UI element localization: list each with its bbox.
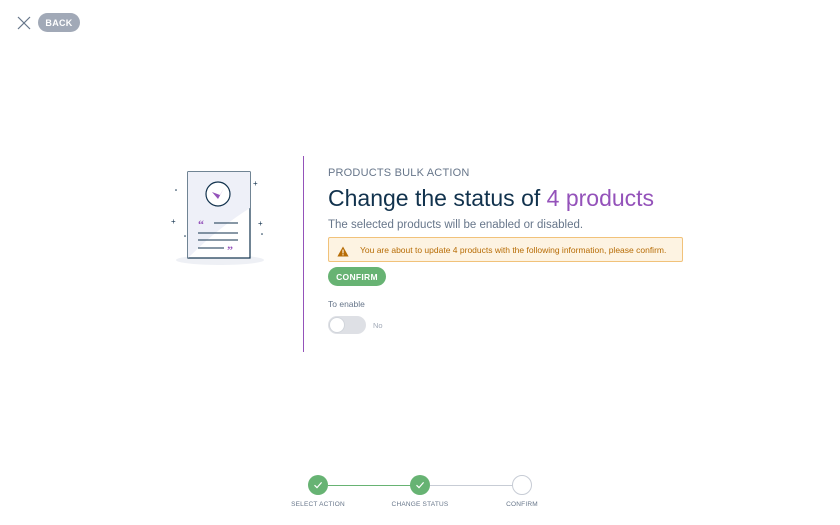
step-change-status: CHANGE STATUS (370, 475, 470, 508)
back-button[interactable]: BACK (38, 13, 80, 32)
vertical-divider (303, 156, 304, 352)
warning-text: You are about to update 4 products with … (360, 244, 667, 255)
bulk-action-form: PRODUCTS BULK ACTION Change the status o… (328, 167, 688, 334)
page-title-accent: 4 products (546, 185, 655, 211)
progress-stepper: SELECT ACTION CHANGE STATUS CONFIRM (0, 470, 840, 520)
step-select-action: SELECT ACTION (268, 475, 368, 508)
enable-toggle-row: No (328, 316, 688, 334)
svg-text:”: ” (227, 243, 233, 257)
page-title-prefix: Change the status of (328, 185, 547, 211)
confirm-button[interactable]: CONFIRM (328, 267, 386, 286)
close-icon[interactable] (16, 15, 32, 31)
enable-field-label: To enable (328, 299, 365, 309)
step-label: CHANGE STATUS (391, 501, 449, 508)
check-icon (416, 482, 425, 489)
page-subtitle: PRODUCTS BULK ACTION (328, 167, 470, 179)
warning-icon (337, 244, 349, 257)
document-illustration: “ ” + + + (168, 168, 268, 268)
bulk-action-page: BACK “ ” + + + PRODUCTS BULK ACTION Chan (0, 0, 840, 525)
check-icon (314, 482, 323, 489)
svg-text:“: “ (198, 217, 204, 231)
page-description: The selected products will be enabled or… (328, 219, 584, 231)
step-label: CONFIRM (506, 501, 538, 508)
warning-banner: You are about to update 4 products with … (328, 237, 683, 262)
enable-toggle[interactable] (328, 316, 366, 334)
page-title: Change the status of 4 products (328, 185, 688, 212)
step-confirm: CONFIRM (472, 475, 572, 508)
svg-text:+: + (258, 219, 263, 228)
step-label: SELECT ACTION (291, 501, 345, 508)
step-complete-indicator (410, 475, 430, 495)
svg-text:+: + (171, 217, 176, 226)
step-complete-indicator (308, 475, 328, 495)
step-pending-indicator (512, 475, 532, 495)
svg-text:+: + (253, 179, 258, 188)
toggle-knob (329, 317, 345, 333)
toggle-value: No (373, 320, 383, 330)
